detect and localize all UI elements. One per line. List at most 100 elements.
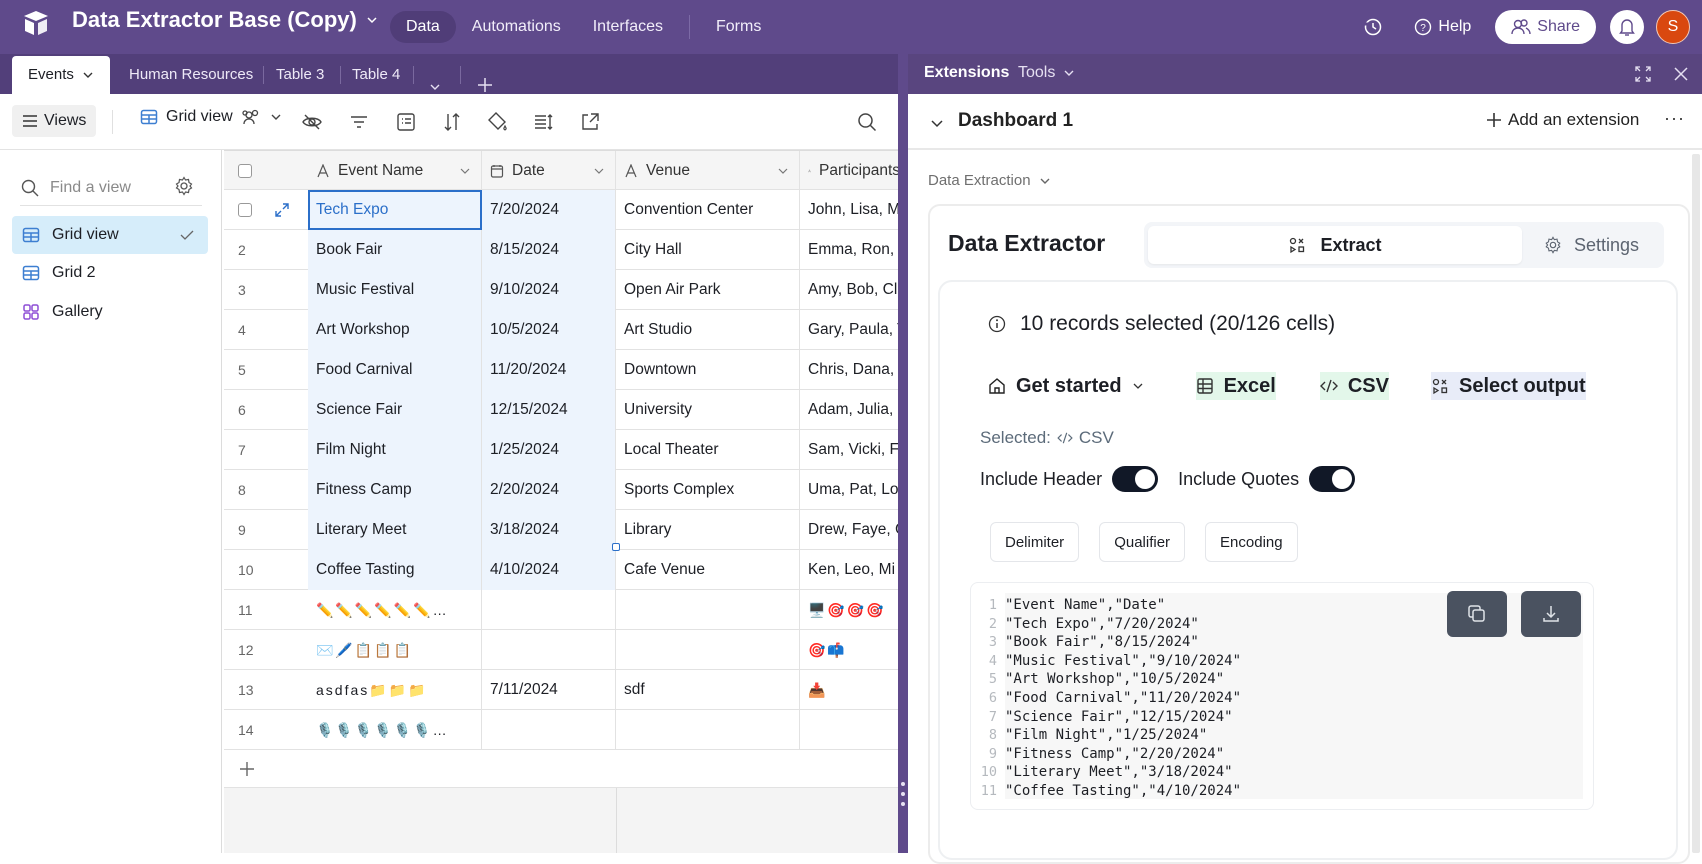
cell-participants[interactable] [800,710,898,750]
cell-venue[interactable] [616,590,800,630]
select-all-checkbox[interactable] [238,164,252,178]
include-quotes-toggle[interactable] [1309,466,1356,492]
tab-extract[interactable]: Extract [1148,226,1522,264]
cell-venue[interactable]: City Hall [616,230,800,270]
cell-participants[interactable]: 🎯📫 [800,630,898,670]
table-row[interactable]: 7 Film Night 1/25/2024 Local Theater Sam, Vi… [224,430,898,470]
cell-venue[interactable]: University [616,390,800,430]
cell-event-name[interactable]: Music Festival [308,270,482,310]
table-row[interactable]: 10 Coffee Tasting 4/10/2024 Cafe Venue Ken, … [224,550,898,590]
cell-date[interactable]: 10/5/2024 [482,310,616,350]
close-icon[interactable] [1672,65,1690,83]
cell-event-name[interactable]: Art Workshop [308,310,482,350]
cell-venue[interactable]: Cafe Venue [616,550,800,590]
panel-scrollbar[interactable] [1692,154,1700,853]
tab-table-3[interactable]: Table 3 [276,56,324,94]
tab-events[interactable]: Events [12,56,110,94]
expand-icon[interactable] [1634,65,1652,83]
cell-event-name[interactable]: Coffee Tasting [308,550,482,590]
cell-event-name[interactable]: ✉️🖊️📋📋📋 [308,630,482,670]
csv-button[interactable]: CSV [1319,372,1389,400]
cell-venue[interactable]: Library [616,510,800,550]
selection-fill-handle[interactable] [612,543,620,551]
cell-date[interactable]: 2/20/2024 [482,470,616,510]
cell-date[interactable] [482,590,616,630]
copy-button[interactable] [1447,591,1507,637]
cell-event-name[interactable]: Tech Expo [308,190,482,230]
cell-event-name[interactable]: ✏️✏️✏️✏️✏️✏️… [308,590,482,630]
cell-event-name[interactable]: Film Night [308,430,482,470]
cell-date[interactable]: 8/15/2024 [482,230,616,270]
cell-participants[interactable]: John, Lisa, M [800,190,898,230]
cell-venue[interactable]: Sports Complex [616,470,800,510]
cell-event-name[interactable]: asdfas📁📁📁 [308,670,482,710]
cell-event-name[interactable]: 🎙️🎙️🎙️🎙️🎙️🎙️… [308,710,482,750]
find-view-input[interactable]: Find a view [20,170,202,206]
base-title[interactable]: Data Extractor Base (Copy) [72,8,379,32]
cell-event-name[interactable]: Fitness Camp [308,470,482,510]
table-row[interactable]: Tech Expo 7/20/2024 Convention Center John,… [224,190,898,230]
cell-event-name[interactable]: Science Fair [308,390,482,430]
cell-participants[interactable]: Emma, Ron, [800,230,898,270]
get-started-button[interactable]: Get started [988,372,1144,400]
filter-icon[interactable] [348,111,370,133]
cell-date[interactable]: 11/20/2024 [482,350,616,390]
select-output-button[interactable]: Select output [1430,372,1586,400]
cell-date[interactable] [482,710,616,750]
include-header-toggle[interactable] [1112,466,1159,492]
cell-date[interactable]: 9/10/2024 [482,270,616,310]
extensions-tab[interactable]: Extensions [924,64,1009,82]
table-row[interactable]: 3 Music Festival 9/10/2024 Open Air Park Amy… [224,270,898,310]
cell-participants[interactable]: 🖥️🎯🎯🎯 [800,590,898,630]
sidebar-item-gallery[interactable]: Gallery [12,293,208,331]
cell-participants[interactable]: Gary, Paula, T [800,310,898,350]
more-options-icon[interactable]: ··· [1664,108,1685,129]
column-header-participants[interactable]: Participants [800,151,898,191]
expand-record-icon[interactable] [274,202,290,218]
chevron-down-icon[interactable] [459,165,471,177]
cell-participants[interactable]: Amy, Bob, Cl [800,270,898,310]
cell-venue[interactable] [616,710,800,750]
table-row[interactable]: 11 ✏️✏️✏️✏️✏️✏️… 🖥️🎯🎯🎯 [224,590,898,630]
cell-venue[interactable]: sdf [616,670,800,710]
cell-date[interactable]: 12/15/2024 [482,390,616,430]
cell-date[interactable]: 4/10/2024 [482,550,616,590]
cell-participants[interactable]: Chris, Dana, [800,350,898,390]
table-row[interactable]: 13 asdfas📁📁📁 7/11/2024 sdf 📥 [224,670,898,710]
extension-section-toggle[interactable]: Data Extraction [928,172,1051,189]
nav-interfaces[interactable]: Interfaces [577,11,679,43]
panel-resize-handle[interactable] [898,54,908,853]
nav-automations[interactable]: Automations [456,11,577,43]
table-row[interactable]: 4 Art Workshop 10/5/2024 Art Studio Gary, Pa… [224,310,898,350]
cell-event-name[interactable]: Literary Meet [308,510,482,550]
color-icon[interactable] [487,111,509,133]
cell-participants[interactable]: Adam, Julia, [800,390,898,430]
nav-data[interactable]: Data [390,11,456,43]
chevron-down-icon[interactable] [777,165,789,177]
cell-date[interactable]: 1/25/2024 [482,430,616,470]
tools-menu[interactable]: Tools [1018,64,1075,82]
tab-table-4[interactable]: Table 4 [352,56,400,94]
cell-event-name[interactable]: Food Carnival [308,350,482,390]
cell-date[interactable]: 3/18/2024 [482,510,616,550]
add-extension-button[interactable]: Add an extension [1486,110,1639,130]
chevron-down-icon[interactable] [593,165,605,177]
hide-fields-icon[interactable] [301,111,323,133]
cell-participants[interactable]: Sam, Vicki, F [800,430,898,470]
tab-settings[interactable]: Settings [1544,226,1639,264]
tab-human-resources[interactable]: Human Resources [129,56,253,94]
cell-date[interactable]: 7/11/2024 [482,670,616,710]
row-checkbox[interactable] [238,203,252,217]
table-row[interactable]: 6 Science Fair 12/15/2024 University Adam, J… [224,390,898,430]
cell-date[interactable]: 7/20/2024 [482,190,616,230]
cell-event-name[interactable]: Book Fair [308,230,482,270]
column-header-venue[interactable]: Venue [616,151,800,191]
cell-venue[interactable]: Open Air Park [616,270,800,310]
view-switcher[interactable]: Grid view [140,108,283,126]
row-height-icon[interactable] [533,111,555,133]
qualifier-button[interactable]: Qualifier [1099,522,1186,562]
app-logo-icon[interactable] [20,8,52,40]
download-button[interactable] [1521,591,1581,637]
gear-icon[interactable] [174,176,194,196]
column-header-date[interactable]: Date [482,151,616,191]
